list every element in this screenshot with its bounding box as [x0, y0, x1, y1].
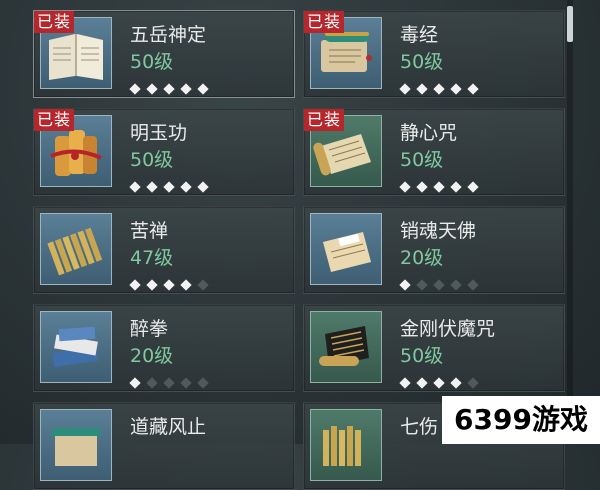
star-filled-icon: [399, 83, 411, 95]
star-empty-icon: [197, 279, 209, 291]
star-filled-icon: [416, 83, 428, 95]
star-filled-icon: [467, 83, 479, 95]
bamboo-slips-icon: [40, 213, 112, 285]
skill-card[interactable]: 已装 明玉功 50级: [33, 108, 295, 196]
dark-scroll-icon: [310, 311, 382, 383]
skill-name: 金刚伏魔咒: [400, 318, 496, 340]
star-empty-icon: [433, 279, 445, 291]
star-empty-icon: [180, 377, 192, 389]
skill-level: 20级: [130, 345, 174, 367]
star-filled-icon: [163, 279, 175, 291]
star-filled-icon: [180, 83, 192, 95]
star-filled-icon: [146, 83, 158, 95]
star-filled-icon: [399, 377, 411, 389]
skill-name: 五岳神定: [130, 24, 207, 46]
skill-name: 七伤: [400, 416, 439, 438]
equipped-badge: 已装: [34, 11, 75, 33]
star-rating: [399, 372, 486, 389]
skill-card[interactable]: 醉拳 20级: [33, 304, 295, 392]
bamboo-slips-icon: [310, 409, 382, 481]
skill-name: 明玉功: [130, 122, 188, 144]
star-filled-icon: [129, 83, 141, 95]
skill-name: 醉拳: [130, 318, 169, 340]
skill-name: 苦禅: [130, 220, 169, 242]
skill-card[interactable]: 销魂天佛 20级: [303, 206, 565, 294]
skill-level: 50级: [400, 51, 444, 73]
star-filled-icon: [450, 83, 462, 95]
star-filled-icon: [197, 181, 209, 193]
skill-card[interactable]: 苦禅 47级: [33, 206, 295, 294]
skill-name: 销魂天佛: [400, 220, 477, 242]
skill-name: 毒经: [400, 24, 439, 46]
skill-level: 50级: [130, 149, 174, 171]
star-rating: [129, 176, 216, 193]
skill-card[interactable]: 金刚伏魔咒 50级: [303, 304, 565, 392]
star-filled-icon: [163, 181, 175, 193]
scroll-icon: [310, 213, 382, 285]
star-filled-icon: [197, 83, 209, 95]
watermark: 6399游戏: [442, 396, 600, 444]
scrollbar[interactable]: [567, 0, 573, 444]
star-rating: [399, 274, 486, 291]
star-filled-icon: [146, 279, 158, 291]
skill-name: 道藏风止: [130, 416, 207, 438]
star-filled-icon: [433, 83, 445, 95]
skill-card[interactable]: 道藏风止: [33, 402, 295, 490]
star-filled-icon: [129, 377, 141, 389]
star-empty-icon: [450, 279, 462, 291]
star-filled-icon: [433, 181, 445, 193]
star-rating: [129, 274, 216, 291]
skill-level: 50级: [130, 51, 174, 73]
equipped-badge: 已装: [304, 11, 345, 33]
skill-card[interactable]: 已装 五岳神定 50级: [33, 10, 295, 98]
star-filled-icon: [399, 279, 411, 291]
skill-level: 47级: [130, 247, 174, 269]
scrollbar-thumb[interactable]: [567, 6, 573, 42]
star-filled-icon: [399, 181, 411, 193]
skill-name: 静心咒: [400, 122, 458, 144]
star-empty-icon: [416, 279, 428, 291]
star-filled-icon: [180, 181, 192, 193]
star-rating: [399, 78, 486, 95]
equipped-badge: 已装: [34, 109, 75, 131]
equipped-badge: 已装: [304, 109, 345, 131]
star-empty-icon: [163, 377, 175, 389]
star-empty-icon: [146, 377, 158, 389]
star-filled-icon: [416, 377, 428, 389]
skill-level: 50级: [400, 149, 444, 171]
star-rating: [129, 78, 216, 95]
skill-grid: 已装 五岳神定 50级 已装 毒经 50级 已装 明玉功 50级 已装 静心咒 …: [0, 0, 600, 490]
skill-card[interactable]: 已装 毒经 50级: [303, 10, 565, 98]
skill-card[interactable]: 已装 静心咒 50级: [303, 108, 565, 196]
star-filled-icon: [433, 377, 445, 389]
star-filled-icon: [163, 83, 175, 95]
star-filled-icon: [450, 181, 462, 193]
star-filled-icon: [129, 181, 141, 193]
star-empty-icon: [467, 377, 479, 389]
star-rating: [399, 176, 486, 193]
star-filled-icon: [416, 181, 428, 193]
star-filled-icon: [450, 377, 462, 389]
star-filled-icon: [467, 181, 479, 193]
skill-level: 50级: [400, 345, 444, 367]
skill-level: 20级: [400, 247, 444, 269]
scroll-icon: [40, 409, 112, 481]
star-empty-icon: [467, 279, 479, 291]
star-filled-icon: [180, 279, 192, 291]
stacked-books-icon: [40, 311, 112, 383]
star-rating: [129, 372, 216, 389]
star-empty-icon: [197, 377, 209, 389]
star-filled-icon: [129, 279, 141, 291]
star-filled-icon: [146, 181, 158, 193]
